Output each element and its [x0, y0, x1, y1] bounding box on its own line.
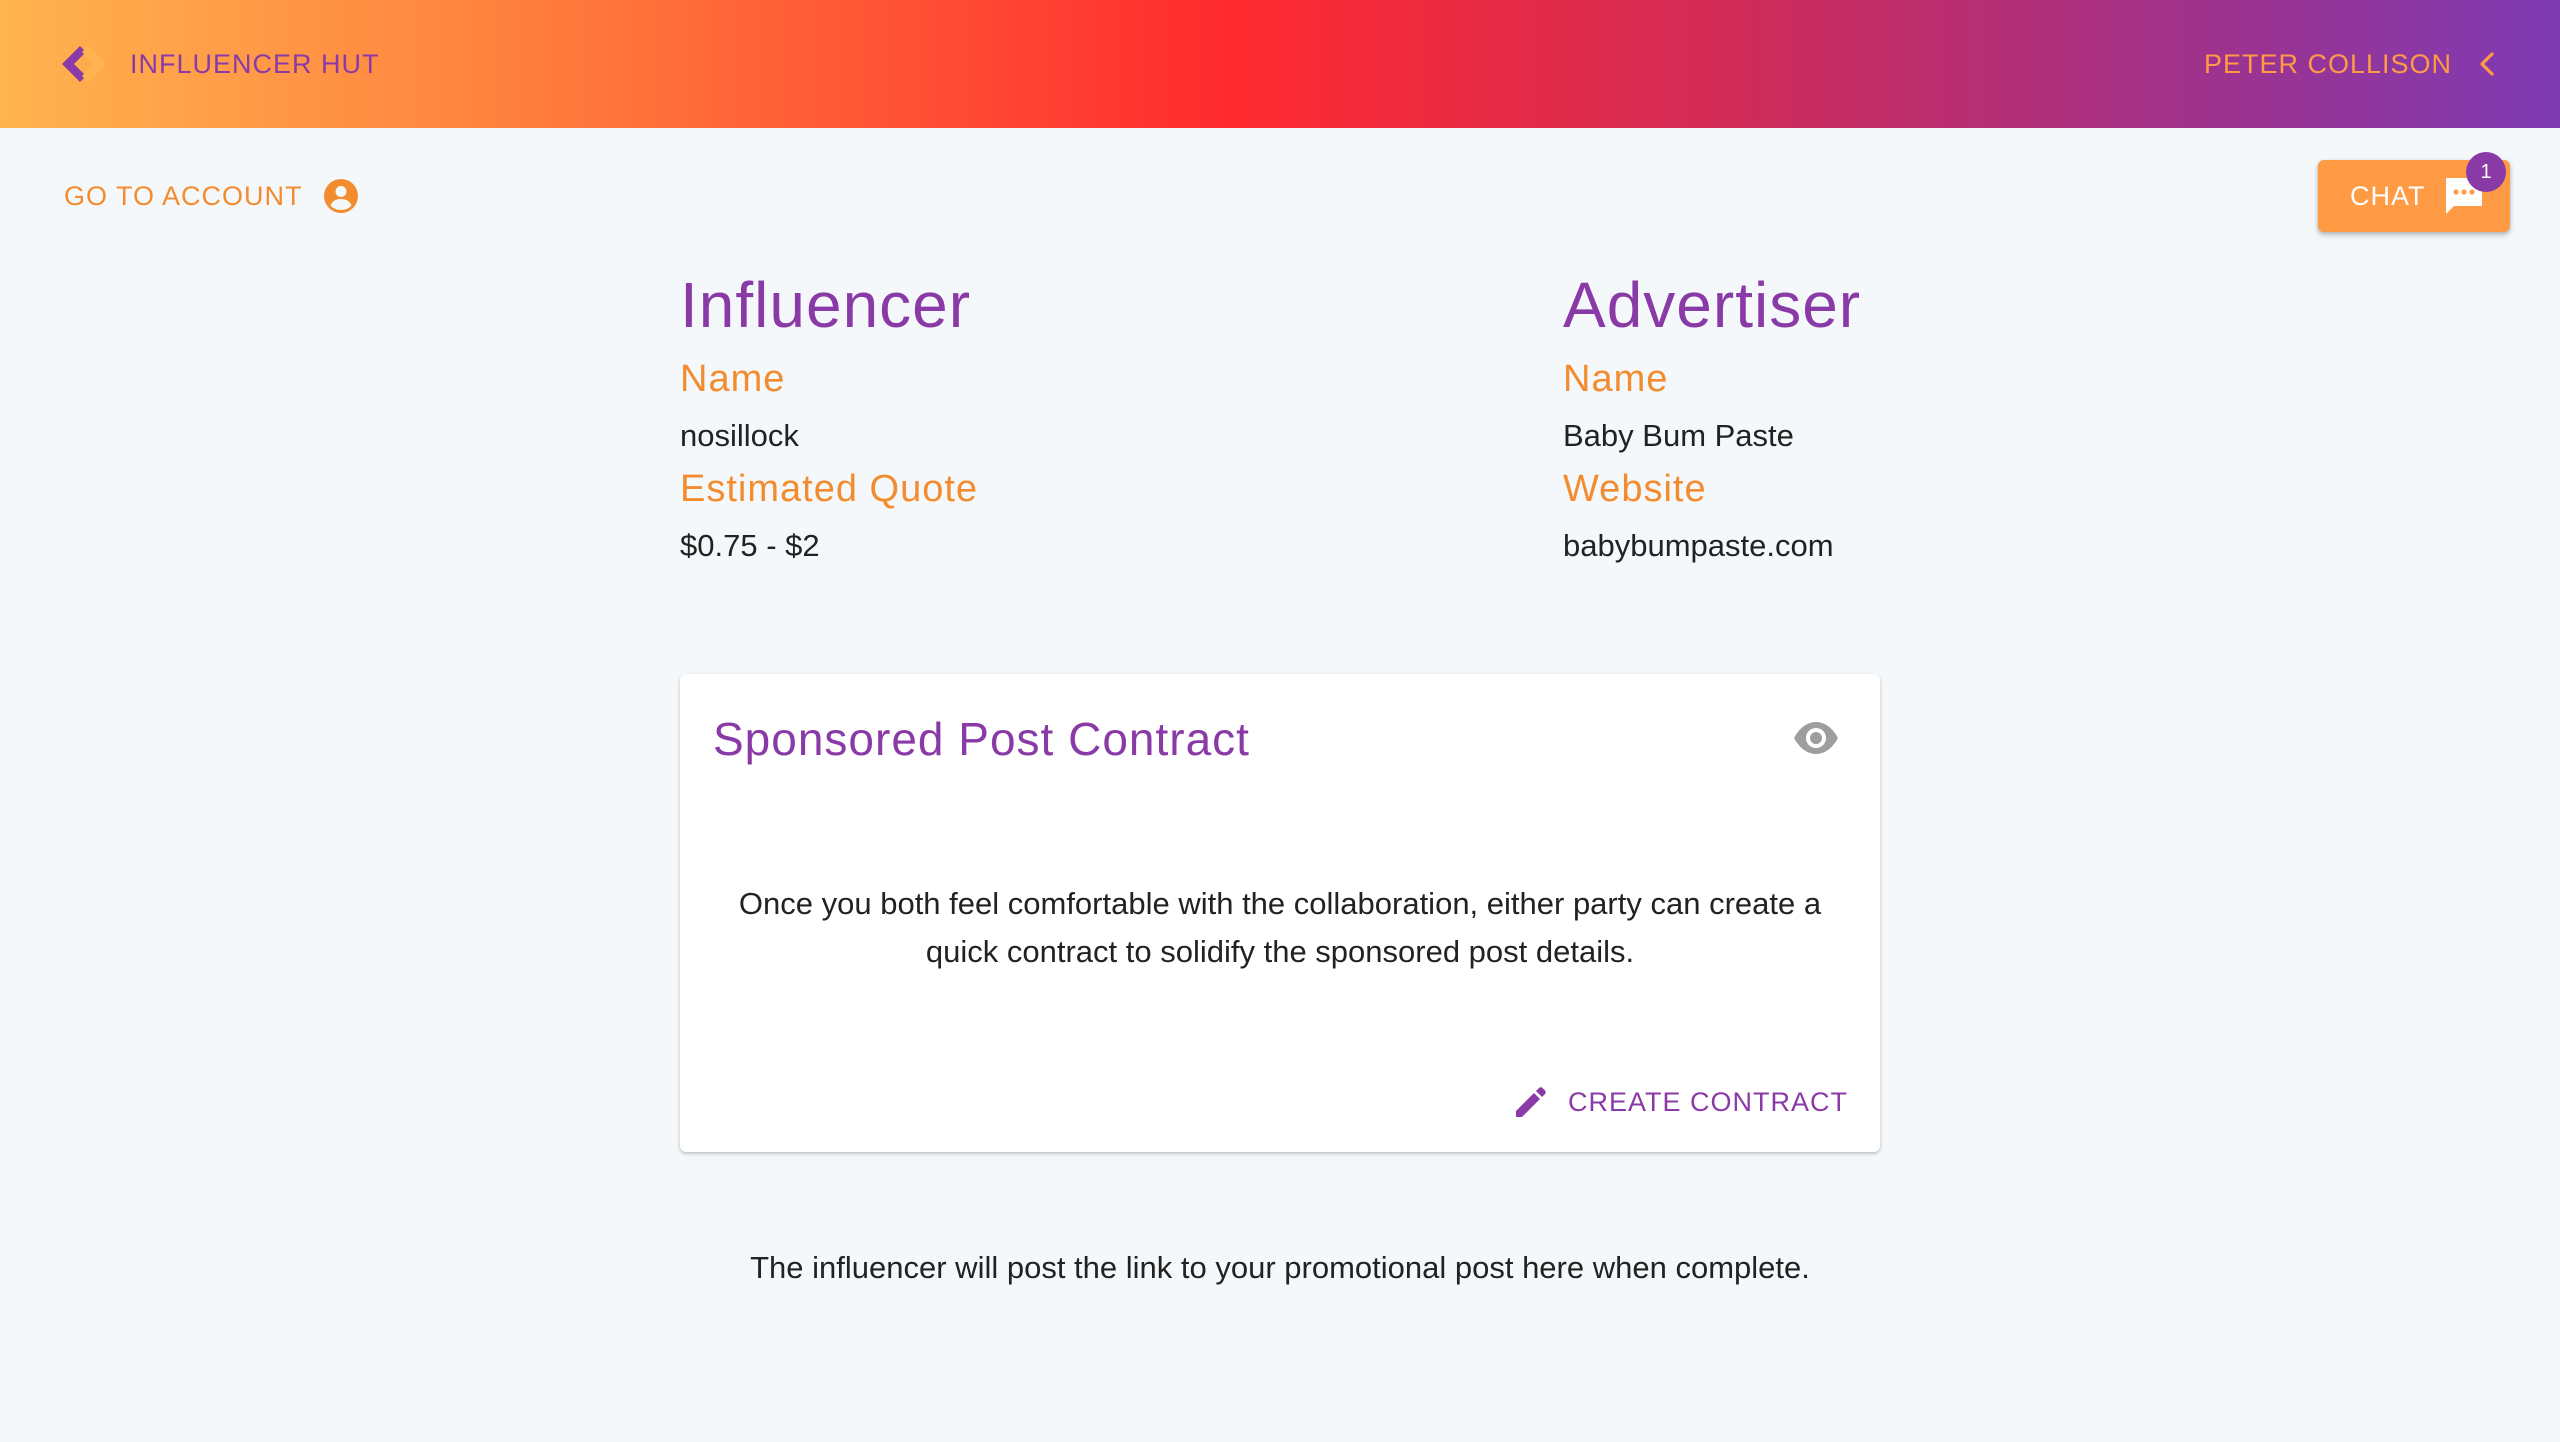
advertiser-name-value: Baby Bum Paste [1563, 418, 1794, 453]
top-app-bar: INFLUENCER HUT PETER COLLISON [0, 0, 2560, 128]
chat-button[interactable]: CHAT 1 [2318, 152, 2510, 232]
influencer-heading: Influencer [680, 269, 972, 341]
chat-label: CHAT [2350, 180, 2426, 211]
advertiser-heading: Advertiser [1563, 269, 1862, 341]
card-title: Sponsored Post Contract [713, 713, 1250, 765]
influencer-info: Influencer Name nosillock Estimated Quot… [680, 262, 1140, 572]
promotional-post-note: The influencer will post the link to you… [750, 1250, 1810, 1285]
user-name: PETER COLLISON [2203, 48, 2452, 79]
sponsored-post-contract-card: Sponsored Post Contract Once you both fe… [680, 674, 1880, 1152]
advertiser-name-label: Name [1563, 358, 1669, 400]
eye-icon[interactable] [1792, 714, 1840, 762]
create-contract-button[interactable]: CREATE CONTRACT [1512, 1076, 1848, 1128]
pencil-icon [1515, 1087, 1546, 1117]
go-to-account-label: GO TO ACCOUNT [64, 180, 303, 211]
account-circle-icon [323, 179, 358, 213]
advertiser-website-label: Website [1563, 468, 1707, 510]
chevron-left-icon [2480, 52, 2494, 76]
create-contract-label: CREATE CONTRACT [1567, 1086, 1848, 1117]
link-logo-icon [62, 46, 106, 82]
influencer-name-label: Name [680, 358, 786, 400]
chat-unread-badge: 1 [2466, 152, 2506, 192]
card-body-text: Once you both feel comfortable with the … [738, 886, 1822, 969]
estimated-quote-label: Estimated Quote [680, 468, 979, 510]
advertiser-website-value: babybumpaste.com [1563, 528, 1834, 563]
brand-home-link[interactable]: INFLUENCER HUT [58, 40, 380, 88]
estimated-quote-value: $0.75 - $2 [680, 528, 820, 563]
influencer-name-value: nosillock [680, 418, 799, 453]
go-to-account-link[interactable]: GO TO ACCOUNT [64, 172, 359, 220]
user-menu[interactable]: PETER COLLISON [2204, 40, 2496, 88]
advertiser-info: Advertiser Name Baby Bum Paste Website b… [1563, 262, 2023, 572]
brand-name: INFLUENCER HUT [130, 48, 380, 79]
